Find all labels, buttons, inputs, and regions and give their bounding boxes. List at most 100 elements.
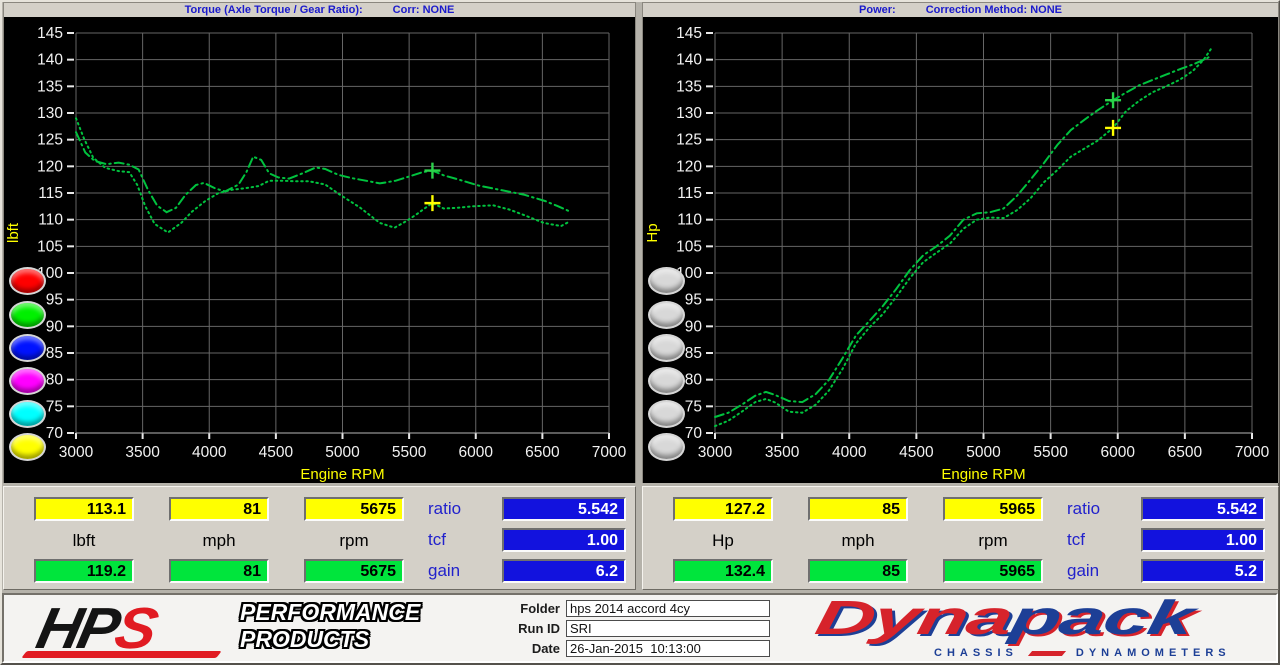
channel-color-button[interactable] (648, 367, 685, 395)
power-header-title: Power: (859, 4, 896, 16)
gain-label: gain (1067, 561, 1137, 581)
footer-bar: HPS PERFORMANCE PRODUCTS Folder Run ID D… (2, 593, 1278, 663)
dynapack-pack: pack (1006, 592, 1197, 645)
torque-chart-plot: 3000350040004500500055006000650070007075… (4, 17, 635, 483)
channel-color-button[interactable] (9, 400, 46, 428)
channel-color-button[interactable] (648, 334, 685, 362)
rpm-unit-label: rpm (304, 531, 404, 551)
hps-tagline-line1: PERFORMANCE (240, 599, 420, 626)
x-tick-label: 5500 (392, 444, 427, 461)
x-tick-label: 3000 (59, 444, 94, 461)
x-tick-label: 6000 (1101, 444, 1136, 461)
channel-color-button[interactable] (9, 367, 46, 395)
tcf-value: 1.00 (1141, 528, 1265, 552)
dynapack-swoosh-icon (1028, 651, 1066, 656)
x-tick-label: 3500 (125, 444, 160, 461)
torque-cursor-value: 113.1 (34, 497, 134, 521)
cursor-marker (424, 163, 440, 179)
torque-unit-label: lbft (34, 531, 134, 551)
series-run-baseline-torque (76, 118, 569, 232)
tcf-label: tcf (1067, 530, 1137, 550)
run-id-field[interactable] (566, 620, 770, 637)
x-tick-label: 5000 (966, 444, 1001, 461)
series-run-sri-torque (76, 132, 569, 212)
tcf-label: tcf (428, 530, 498, 550)
torque-cursor-rpm: 5675 (304, 497, 404, 521)
channel-color-button[interactable] (648, 267, 685, 295)
dynapack-logo-text: Dynapack (811, 591, 1197, 646)
x-tick-label: 6000 (459, 444, 494, 461)
tcf-value: 1.00 (502, 528, 626, 552)
mph-unit-label: mph (808, 531, 908, 551)
torque-header-correction: Corr: NONE (393, 4, 455, 16)
ratio-value: 5.542 (1141, 497, 1265, 521)
channel-color-button[interactable] (9, 267, 46, 295)
power-run-rpm: 5965 (943, 559, 1043, 583)
power-header-correction: Correction Method: NONE (926, 4, 1062, 16)
gain-value: 5.2 (1141, 559, 1265, 583)
power-cursor-value: 127.2 (673, 497, 773, 521)
torque-chart-header: Torque (Axle Torque / Gear Ratio): Corr:… (4, 3, 635, 17)
torque-header-title: Torque (Axle Torque / Gear Ratio): (185, 4, 363, 16)
power-cursor-mph: 85 (808, 497, 908, 521)
x-tick-label: 4500 (259, 444, 294, 461)
power-unit-label: Hp (673, 531, 773, 551)
cursor-marker (1105, 120, 1121, 136)
folder-field[interactable] (566, 600, 770, 617)
hps-tagline: PERFORMANCE PRODUCTS (240, 599, 420, 653)
channel-color-button[interactable] (9, 433, 46, 461)
power-chart-plot: 3000350040004500500055006000650070007075… (643, 17, 1278, 483)
torque-chart-panel: Torque (Axle Torque / Gear Ratio): Corr:… (3, 2, 636, 483)
torque-run-rpm: 5675 (304, 559, 404, 583)
channel-color-button[interactable] (648, 433, 685, 461)
ratio-label: ratio (1067, 499, 1137, 519)
hps-logo: HPS PERFORMANCE PRODUCTS (24, 599, 494, 661)
torque-channel-buttons (9, 17, 49, 483)
dyno-app-window: Torque (Axle Torque / Gear Ratio): Corr:… (0, 0, 1280, 665)
series-run-sri-power (715, 55, 1212, 417)
channel-color-button[interactable] (648, 301, 685, 329)
run-id-label: Run ID (502, 621, 566, 636)
torque-run-value: 119.2 (34, 559, 134, 583)
dynapack-dyna: Dyna (811, 592, 1016, 645)
gain-value: 6.2 (502, 559, 626, 583)
power-channel-buttons (648, 17, 688, 483)
power-run-mph: 85 (808, 559, 908, 583)
hps-swoosh (21, 651, 221, 658)
hps-tagline-line2: PRODUCTS (240, 626, 420, 653)
power-chart-panel: Power: Correction Method: NONE 3000 3500 4… (642, 2, 1279, 483)
x-axis-title: Engine RPM (300, 466, 384, 483)
channel-color-button[interactable] (9, 334, 46, 362)
run-info-form: Folder Run ID Date (502, 600, 792, 660)
x-tick-label: 4500 (899, 444, 934, 461)
torque-readout-panel: 113.1 81 5675 lbft mph rpm 119.2 81 5675… (3, 486, 636, 590)
torque-cursor-mph: 81 (169, 497, 269, 521)
x-tick-label: 7000 (1235, 444, 1270, 461)
x-tick-label: 7000 (592, 444, 627, 461)
gain-label: gain (428, 561, 498, 581)
x-tick-label: 5000 (325, 444, 360, 461)
series-run-baseline-power (715, 48, 1212, 426)
cursor-marker (424, 195, 440, 211)
x-tick-label: 5500 (1033, 444, 1068, 461)
x-axis-title: Engine RPM (941, 466, 1025, 483)
date-field[interactable] (566, 640, 770, 657)
power-chart-body: 3000350040004500500055006000650070007075… (643, 17, 1278, 483)
mph-unit-label: mph (169, 531, 269, 551)
x-tick-label: 3500 (765, 444, 800, 461)
power-readout-panel: 127.2 85 5965 Hp mph rpm 132.4 85 5965 r… (642, 486, 1279, 590)
folder-label: Folder (502, 601, 566, 616)
x-tick-label: 4000 (192, 444, 227, 461)
dynapack-dynamometers: DYNAMOMETERS (1076, 647, 1231, 659)
channel-color-button[interactable] (648, 400, 685, 428)
x-tick-label: 3000 (698, 444, 733, 461)
ratio-value: 5.542 (502, 497, 626, 521)
dynapack-logo: Dynapack CHASSIS DYNAMOMETERS (816, 597, 1276, 661)
x-tick-label: 6500 (525, 444, 560, 461)
power-chart-header: Power: Correction Method: NONE (643, 3, 1278, 17)
x-tick-label: 6500 (1168, 444, 1203, 461)
channel-color-button[interactable] (9, 301, 46, 329)
dynapack-subtitle: CHASSIS DYNAMOMETERS (934, 647, 1231, 659)
cursor-marker (1105, 92, 1121, 108)
date-label: Date (502, 641, 566, 656)
